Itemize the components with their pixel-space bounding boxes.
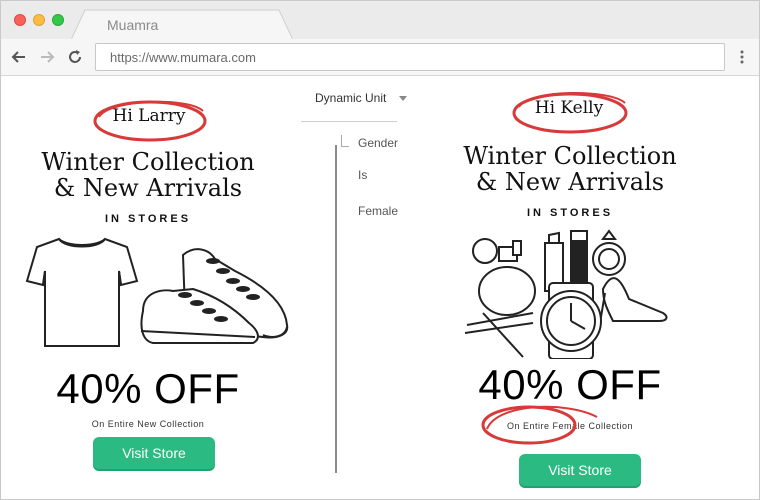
headline-line1: Winter Collection <box>41 148 255 176</box>
tab-title: Muamra <box>107 17 159 33</box>
maximize-window-button[interactable] <box>52 14 64 26</box>
ring-icon <box>592 229 626 276</box>
headline-line2: & New Arrivals <box>53 174 243 202</box>
watch-icon <box>540 282 602 359</box>
url-text: https://www.mumara.com <box>110 50 256 65</box>
fine-print: On Entire New Collection <box>91 419 205 429</box>
dynamic-unit-select[interactable]: Dynamic Unit <box>301 89 413 109</box>
browser-window: Muamra https://www.mumara.com Hi Larry W… <box>0 0 760 500</box>
tshirt-icon <box>25 237 139 347</box>
perfume-lipstick-watch-ring-heels-illustration <box>464 229 668 359</box>
subhead: IN STORES <box>104 213 192 225</box>
chevron-down-icon <box>399 96 407 101</box>
email-preview-larry: Hi Larry Winter Collection & New Arrival… <box>13 77 289 497</box>
email-preview-kelly: Hi Kelly Winter Collection & New Arrival… <box>435 77 705 497</box>
back-arrow-icon[interactable] <box>9 47 29 67</box>
tshirt-and-sneakers-illustration <box>25 237 289 347</box>
reload-icon[interactable] <box>65 47 85 67</box>
browser-toolbar: https://www.mumara.com <box>1 39 759 76</box>
rule-operator[interactable]: Is <box>358 168 367 182</box>
rule-connector-line <box>335 145 337 473</box>
headline-line1: Winter Collection <box>463 142 677 170</box>
greeting: Hi Larry <box>112 106 186 126</box>
dynamic-unit-label: Dynamic Unit <box>315 91 387 105</box>
subhead: IN STORES <box>526 207 614 219</box>
close-window-button[interactable] <box>14 14 26 26</box>
brush-icon <box>464 312 534 358</box>
headline-line2: & New Arrivals <box>475 168 665 196</box>
greeting: Hi Kelly <box>534 98 604 118</box>
rule-value[interactable]: Female <box>358 204 398 218</box>
sneaker-icon <box>140 248 289 344</box>
red-circle-icon <box>481 405 598 445</box>
address-bar[interactable]: https://www.mumara.com <box>95 43 725 71</box>
kebab-menu-icon[interactable] <box>735 47 749 67</box>
forward-arrow-icon[interactable] <box>37 47 57 67</box>
minimize-window-button[interactable] <box>33 14 45 26</box>
perfume-icon <box>472 238 536 316</box>
branch-icon <box>341 135 349 147</box>
greeting-highlight: Hi Kelly <box>499 87 639 134</box>
rule-field[interactable]: Gender <box>358 136 398 150</box>
title-bar: Muamra <box>1 1 759 40</box>
offer-text: 40% OFF <box>56 365 240 412</box>
visit-store-button[interactable]: Visit Store <box>93 437 215 469</box>
visit-store-button[interactable]: Visit Store <box>519 454 641 486</box>
browser-tab[interactable] <box>71 9 293 40</box>
page-content: Hi Larry Winter Collection & New Arrival… <box>1 77 759 499</box>
divider <box>301 121 397 122</box>
heels-icon <box>598 277 668 330</box>
greeting-highlight: Hi Larry <box>79 95 219 142</box>
